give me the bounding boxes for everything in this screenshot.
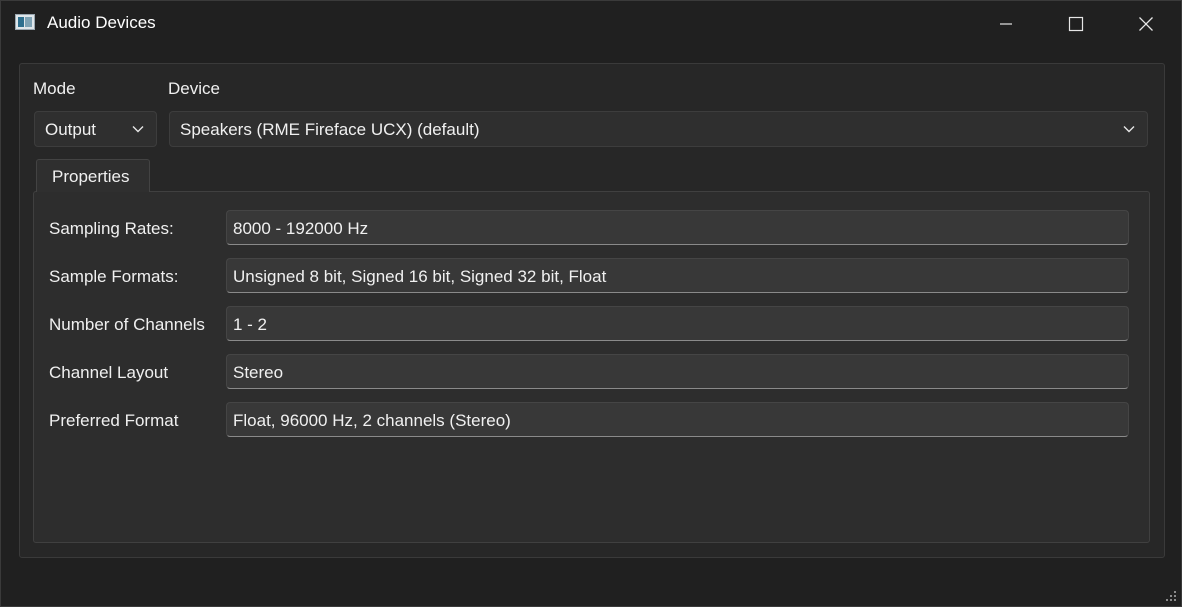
device-label: Device: [168, 79, 220, 98]
sample-formats-label: Sample Formats:: [49, 267, 179, 286]
device-select[interactable]: Speakers (RME Fireface UCX) (default): [169, 111, 1148, 147]
preferred-format-field[interactable]: Float, 96000 Hz, 2 channels (Stereo): [226, 402, 1129, 437]
tab-properties[interactable]: Properties: [36, 159, 150, 192]
audio-devices-window: Audio Devices Mode Output Device Speaker…: [0, 0, 1182, 607]
sampling-rates-value: 8000 - 192000 Hz: [233, 219, 369, 238]
sample-formats-field[interactable]: Unsigned 8 bit, Signed 16 bit, Signed 32…: [226, 258, 1129, 293]
sampling-rates-label: Sampling Rates:: [49, 219, 174, 238]
sampling-rates-field[interactable]: 8000 - 192000 Hz: [226, 210, 1129, 245]
tab-properties-label: Properties: [52, 167, 130, 186]
maximize-icon: [1068, 16, 1084, 31]
minimize-icon: [1000, 22, 1012, 25]
chevron-down-icon: [132, 126, 144, 133]
maximize-button[interactable]: [1041, 1, 1111, 46]
channel-layout-label: Channel Layout: [49, 363, 169, 382]
mode-select-value: Output: [45, 120, 97, 139]
close-button[interactable]: [1111, 1, 1181, 46]
number-of-channels-value: 1 - 2: [233, 315, 268, 334]
mode-label: Mode: [33, 79, 76, 98]
channel-layout-value: Stereo: [233, 363, 284, 382]
mode-select[interactable]: Output: [34, 111, 157, 147]
chevron-down-icon: [1123, 126, 1135, 133]
number-of-channels-label: Number of Channels: [49, 315, 205, 334]
number-of-channels-field[interactable]: 1 - 2: [226, 306, 1129, 341]
preferred-format-label: Preferred Format: [49, 411, 179, 430]
channel-layout-field[interactable]: Stereo: [226, 354, 1129, 389]
sample-formats-value: Unsigned 8 bit, Signed 16 bit, Signed 32…: [233, 267, 607, 286]
close-icon: [1139, 16, 1153, 31]
resize-grip-icon[interactable]: [1165, 590, 1177, 602]
window-title: Audio Devices: [47, 13, 156, 32]
app-icon: [15, 14, 35, 30]
preferred-format-value: Float, 96000 Hz, 2 channels (Stereo): [233, 411, 511, 430]
title-bar[interactable]: Audio Devices: [1, 1, 1181, 46]
minimize-button[interactable]: [971, 1, 1041, 46]
device-select-value: Speakers (RME Fireface UCX) (default): [180, 120, 480, 139]
